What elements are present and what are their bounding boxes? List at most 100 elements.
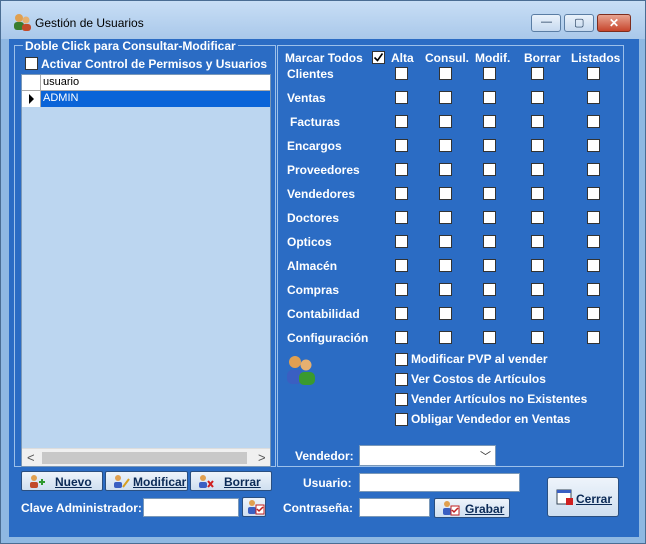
permission-checkbox[interactable]	[395, 283, 408, 296]
admin-key-label: Clave Administrador:	[21, 501, 142, 515]
permission-checkbox[interactable]	[395, 115, 408, 128]
permission-checkbox[interactable]	[587, 211, 600, 224]
horizontal-scrollbar[interactable]: < >	[22, 448, 270, 466]
permission-checkbox[interactable]	[483, 91, 496, 104]
permission-checkbox[interactable]	[395, 331, 408, 344]
permission-checkbox[interactable]	[587, 91, 600, 104]
option-checkbox[interactable]	[395, 413, 408, 426]
permission-checkbox[interactable]	[395, 163, 408, 176]
option-label: Vender Artículos no Existentes	[411, 392, 588, 406]
permission-checkbox[interactable]	[439, 211, 452, 224]
close-icon: ✕	[609, 16, 620, 30]
permission-checkbox[interactable]	[483, 115, 496, 128]
permission-checkbox[interactable]	[395, 307, 408, 320]
permission-checkbox[interactable]	[439, 67, 452, 80]
password-input[interactable]	[359, 498, 430, 517]
permission-control-checkbox[interactable]	[25, 57, 38, 70]
permission-checkbox[interactable]	[587, 235, 600, 248]
mark-all-checkbox[interactable]	[372, 51, 385, 64]
permission-checkbox[interactable]	[587, 139, 600, 152]
usuario-label: Usuario:	[303, 476, 352, 490]
permission-checkbox[interactable]	[483, 235, 496, 248]
permission-checkbox[interactable]	[439, 283, 452, 296]
permission-checkbox[interactable]	[587, 331, 600, 344]
permission-row-label: Clientes	[287, 67, 334, 81]
minimize-button[interactable]: —	[531, 14, 561, 32]
usuario-input[interactable]	[359, 473, 520, 492]
permission-checkbox[interactable]	[483, 139, 496, 152]
permission-checkbox[interactable]	[439, 307, 452, 320]
permission-checkbox[interactable]	[395, 91, 408, 104]
permission-checkbox[interactable]	[483, 331, 496, 344]
nuevo-button[interactable]: Nuevo	[21, 471, 103, 491]
permission-checkbox[interactable]	[587, 283, 600, 296]
permission-checkbox[interactable]	[395, 187, 408, 200]
permission-checkbox[interactable]	[531, 91, 544, 104]
permission-checkbox[interactable]	[587, 67, 600, 80]
users-app-icon	[14, 14, 31, 31]
permission-checkbox[interactable]	[439, 163, 452, 176]
option-checkbox[interactable]	[395, 393, 408, 406]
cerrar-button[interactable]: Cerrar	[547, 477, 619, 517]
permission-checkbox[interactable]	[439, 331, 452, 344]
permission-checkbox[interactable]	[483, 211, 496, 224]
grid-column-usuario[interactable]: usuario	[43, 76, 79, 88]
permission-checkbox[interactable]	[531, 283, 544, 296]
permission-checkbox[interactable]	[439, 115, 452, 128]
permission-checkbox[interactable]	[531, 307, 544, 320]
scroll-left-icon[interactable]: <	[27, 450, 35, 465]
permission-column-2: Modif.	[475, 51, 511, 65]
permission-checkbox[interactable]	[531, 163, 544, 176]
permission-checkbox[interactable]	[531, 139, 544, 152]
close-button[interactable]: ✕	[597, 14, 631, 32]
permission-checkbox[interactable]	[531, 211, 544, 224]
option-checkbox[interactable]	[395, 373, 408, 386]
permission-checkbox[interactable]	[483, 307, 496, 320]
title-bar[interactable]: Gestión de Usuarios — ▢ ✕	[1, 1, 645, 39]
permission-checkbox[interactable]	[439, 259, 452, 272]
permission-checkbox[interactable]	[587, 187, 600, 200]
permission-checkbox[interactable]	[531, 67, 544, 80]
permission-checkbox[interactable]	[587, 259, 600, 272]
vendedor-select[interactable]: ﹀	[359, 445, 496, 466]
permission-checkbox[interactable]	[587, 163, 600, 176]
mark-all-label: Marcar Todos	[285, 51, 363, 65]
permission-checkbox[interactable]	[439, 235, 452, 248]
permission-checkbox[interactable]	[439, 187, 452, 200]
permission-checkbox[interactable]	[531, 259, 544, 272]
borrar-label: Borrar	[224, 475, 261, 489]
permission-checkbox[interactable]	[395, 235, 408, 248]
permission-checkbox[interactable]	[439, 139, 452, 152]
permission-checkbox[interactable]	[395, 139, 408, 152]
borrar-button[interactable]: Borrar	[190, 471, 272, 491]
table-row[interactable]: ADMIN	[22, 91, 270, 107]
permission-checkbox[interactable]	[587, 307, 600, 320]
permission-checkbox[interactable]	[483, 259, 496, 272]
permission-checkbox[interactable]	[587, 115, 600, 128]
permission-checkbox[interactable]	[439, 91, 452, 104]
users-grid[interactable]: usuario ADMIN < >	[21, 74, 271, 467]
permission-row-label: Opticos	[287, 235, 332, 249]
permission-checkbox[interactable]	[395, 211, 408, 224]
permission-checkbox[interactable]	[531, 331, 544, 344]
scrollbar-thumb[interactable]	[42, 452, 247, 464]
grid-cell-usuario: ADMIN	[43, 92, 79, 104]
maximize-button[interactable]: ▢	[564, 14, 594, 32]
permission-checkbox[interactable]	[395, 259, 408, 272]
admin-key-input[interactable]	[143, 498, 239, 517]
permission-checkbox[interactable]	[483, 283, 496, 296]
permission-checkbox[interactable]	[483, 163, 496, 176]
grabar-button[interactable]: Grabar	[434, 498, 510, 518]
permission-checkbox[interactable]	[531, 235, 544, 248]
permission-checkbox[interactable]	[531, 115, 544, 128]
permission-checkbox[interactable]	[395, 67, 408, 80]
scroll-right-icon[interactable]: >	[258, 450, 266, 465]
permission-checkbox[interactable]	[483, 187, 496, 200]
option-checkbox[interactable]	[395, 353, 408, 366]
permission-checkbox[interactable]	[531, 187, 544, 200]
vendedor-label: Vendedor:	[295, 449, 354, 463]
admin-key-confirm-button[interactable]	[242, 497, 266, 517]
modificar-button[interactable]: Modificar	[105, 471, 188, 491]
row-selector[interactable]	[22, 91, 41, 107]
permission-checkbox[interactable]	[483, 67, 496, 80]
